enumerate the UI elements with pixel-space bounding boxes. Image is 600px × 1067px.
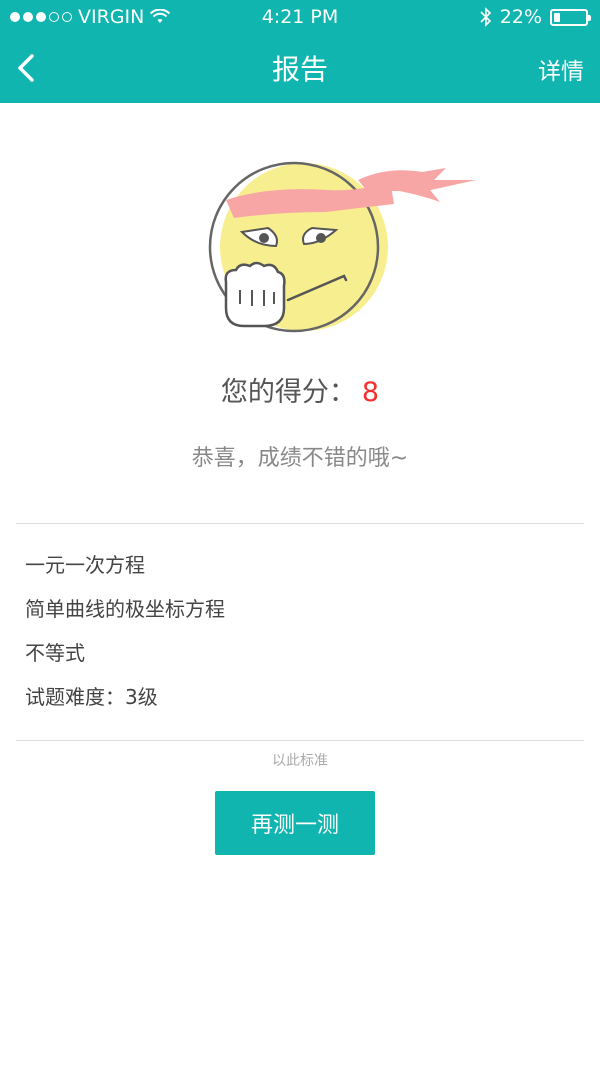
- retry-button[interactable]: 再测一测: [215, 791, 375, 855]
- score-value: 8: [361, 377, 380, 408]
- score-line: 您的得分： 8: [0, 370, 600, 409]
- navigation-bar: 报告 详情: [0, 34, 600, 103]
- battery-icon: [550, 8, 591, 26]
- topic-list: 一元一次方程 简单曲线的极坐标方程 不等式 试题难度：3级: [25, 552, 225, 728]
- battery-percent: 22%: [499, 6, 542, 28]
- standard-note: 以此标准: [272, 753, 328, 769]
- topic-item: 简单曲线的极坐标方程: [25, 597, 225, 621]
- topic-item: 一元一次方程: [25, 553, 145, 577]
- determined-face-icon: [208, 161, 476, 333]
- topic-item: 不等式: [25, 641, 85, 665]
- page-title: 报告: [271, 53, 328, 86]
- result-message: 恭喜，成绩不错的哦~: [191, 446, 409, 471]
- score-label: 您的得分：: [220, 377, 356, 408]
- divider-top: [16, 523, 584, 524]
- divider-bottom: [16, 740, 584, 741]
- detail-link[interactable]: 详情: [538, 52, 584, 86]
- bluetooth-icon: [480, 7, 491, 27]
- difficulty-item: 试题难度：3级: [25, 685, 158, 709]
- status-bar: VIRGIN 4:21 PM 22%: [0, 0, 600, 34]
- header-bar: VIRGIN 4:21 PM 22% 报告 详情: [0, 0, 600, 103]
